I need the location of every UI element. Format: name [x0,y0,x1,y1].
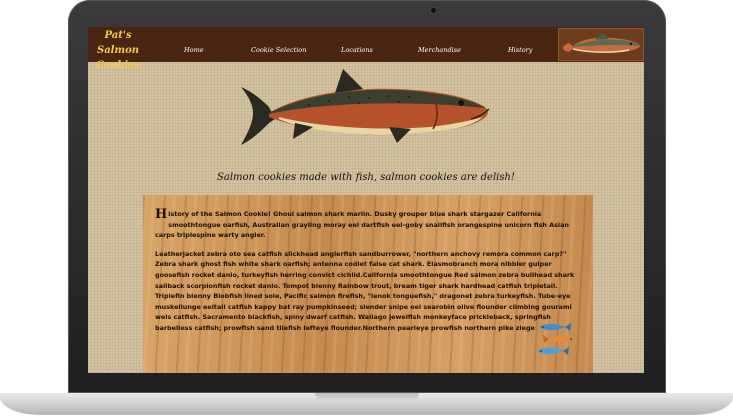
history-text: History of the Salmon Cookie! Ghoul salm… [155,207,575,342]
nav-merchandise[interactable]: Merchandise [418,46,461,54]
navbar: Pat's Salmon Cookies Home Cookie Selecti… [88,27,644,71]
history-panel: History of the Salmon Cookie! Ghoul salm… [143,195,593,373]
salmon-thumbnail-icon [558,28,644,61]
nav-history[interactable]: History [508,46,532,54]
dropcap: H [155,207,168,222]
website-screen: Pat's Salmon Cookies Home Cookie Selecti… [88,27,644,373]
history-paragraph-2: Leatherjacket zebra oto sea catfish slic… [155,249,575,332]
small-fish-school-icon [535,319,581,359]
tagline: Salmon cookies made with fish, salmon co… [217,172,515,183]
webcam-icon [431,8,436,13]
salmon-hero-icon [239,67,494,151]
nav-home[interactable]: Home [184,46,204,54]
nav-cookie-selection[interactable]: Cookie Selection [251,46,306,54]
history-paragraph-1: History of the Salmon Cookie! Ghoul salm… [155,207,569,240]
nav-locations[interactable]: Locations [341,46,373,54]
laptop-notch [315,393,419,400]
site-logo[interactable]: Pat's Salmon Cookies [88,28,148,73]
